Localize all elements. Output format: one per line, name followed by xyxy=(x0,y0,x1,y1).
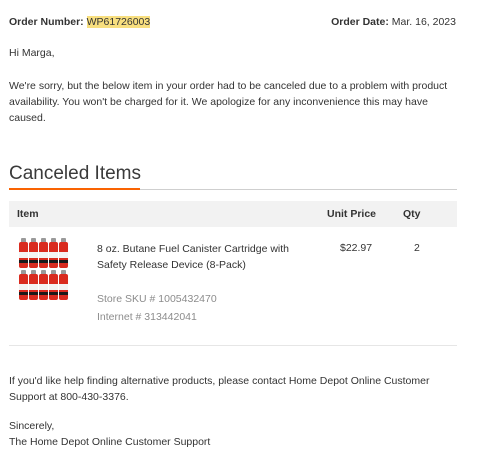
quantity: 2 xyxy=(414,242,420,254)
product-name[interactable]: 8 oz. Butane Fuel Canister Cartridge wit… xyxy=(97,241,307,273)
unit-price: $22.97 xyxy=(340,242,373,254)
cancel-message: We're sorry, but the below item in your … xyxy=(9,80,448,124)
help-text: If you'd like help finding alternative p… xyxy=(9,375,430,403)
signature: The Home Depot Online Customer Support xyxy=(9,436,211,448)
col-unit-price: Unit Price xyxy=(327,208,377,220)
section-divider xyxy=(140,189,457,190)
order-date-label: Order Date: xyxy=(331,16,389,28)
table-header: Item Unit Price Qty xyxy=(9,201,457,227)
signoff: Sincerely, xyxy=(9,420,55,432)
col-qty: Qty xyxy=(403,208,421,220)
internet-number: Internet # 313442041 xyxy=(97,311,197,323)
product-image[interactable] xyxy=(19,238,68,300)
greeting: Hi Marga, xyxy=(9,47,55,59)
store-sku: Store SKU # 1005432470 xyxy=(97,293,217,305)
section-title-underline xyxy=(9,188,140,190)
order-date-value: Mar. 16, 2023 xyxy=(391,16,456,28)
order-number-row: Order Number: WP61726003 xyxy=(9,16,151,28)
order-number-label: Order Number: xyxy=(9,16,84,28)
col-item: Item xyxy=(17,208,39,220)
row-divider xyxy=(9,345,457,346)
section-title: Canceled Items xyxy=(9,163,142,184)
order-date-row: Order Date: Mar. 16, 2023 xyxy=(331,16,456,28)
order-number-value: WP61726003 xyxy=(86,16,151,28)
